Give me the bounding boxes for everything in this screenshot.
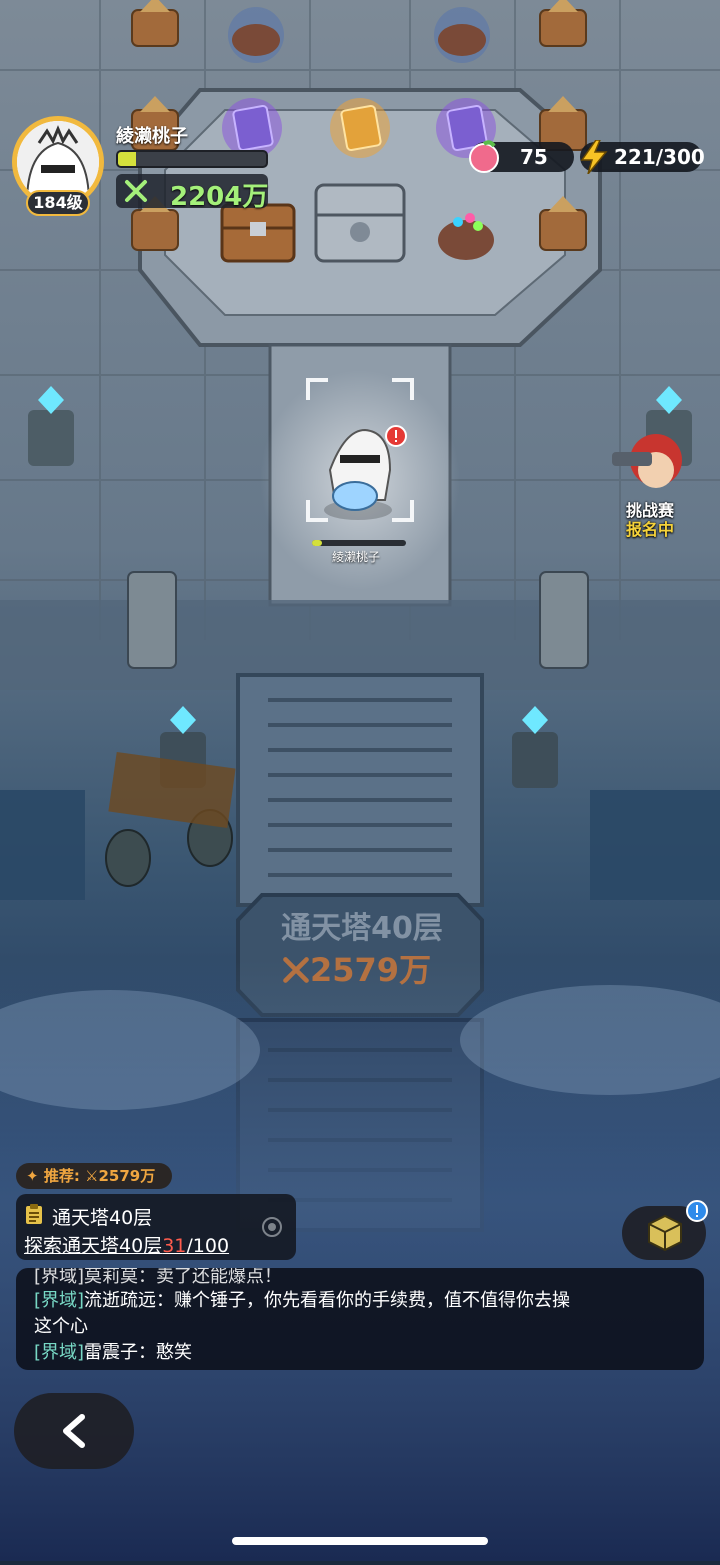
floor-plate-power-value: 2579万 — [310, 951, 432, 989]
locate-icon[interactable] — [260, 1215, 284, 1239]
event-status[interactable]: 报名中 — [626, 516, 674, 540]
chat-panel[interactable]: [界域]莫莉莫：卖了还能爆点！ [界域]流逝疏远：赚个锤子，你先看看你的手续费，… — [16, 1268, 704, 1370]
chevron-left-icon — [63, 1414, 85, 1448]
chat-tag: [界域] — [34, 1290, 85, 1311]
back-button[interactable] — [14, 1393, 134, 1469]
floor-plate-title: 通天塔40层 — [281, 911, 443, 946]
alert-badge-icon — [686, 1200, 708, 1222]
iron-chest-icon — [314, 183, 406, 263]
chat-line-1: [界域]流逝疏远：赚个锤子，你先看看你的手续费，值不值得你去操 — [34, 1286, 570, 1312]
chat-message: 雷震子：憨笑 — [84, 1342, 193, 1363]
home-indicator[interactable] — [232, 1537, 488, 1545]
chat-line-2: [界域]雷震子：憨笑 — [34, 1338, 192, 1364]
crossed-swords-icon — [125, 180, 147, 202]
chat-tag: [界域] — [34, 1342, 85, 1363]
player-name: 綾濑桃子 — [116, 126, 188, 147]
peach-resource[interactable]: 75 — [469, 140, 574, 173]
crossed-swords-icon — [283, 957, 309, 983]
bag-button[interactable] — [622, 1200, 708, 1260]
quest-progress: 31 — [162, 1235, 187, 1257]
exp-bar-fill — [118, 152, 136, 166]
lightning-icon — [580, 140, 608, 174]
chat-message: 流逝疏远：赚个锤子，你先看看你的手续费，值不值得你去操 — [84, 1290, 571, 1311]
quest-description[interactable]: 探索通天塔40层31/100 — [24, 1231, 229, 1258]
floor-plate-power: 2579万 — [282, 945, 431, 991]
wooden-chest-icon — [220, 203, 296, 263]
level-badge: 184级 — [26, 190, 90, 216]
recommend-pill: ✦ 推荐: ⚔2579万 — [16, 1163, 172, 1189]
quest-title: 通天塔40层 — [52, 1207, 153, 1229]
quest-desc-text: 探索通天塔40层 — [24, 1235, 163, 1257]
character-name: 綾濑桃子 — [332, 550, 381, 564]
spark-icon: ✦ — [26, 1167, 39, 1185]
crossed-swords-icon: ⚔ — [85, 1167, 99, 1185]
peach-icon — [469, 140, 499, 173]
stamina-resource[interactable]: 221/300 — [580, 140, 705, 174]
peach-count: 75 — [520, 145, 548, 169]
exp-bar — [116, 150, 268, 168]
chat-line-1-cont: 这个心 — [34, 1316, 88, 1337]
clipboard-icon — [26, 1204, 42, 1224]
power-value: 2204万 — [170, 182, 269, 212]
recommend-power: 2579万 — [98, 1167, 156, 1185]
quest-total: /100 — [186, 1235, 230, 1257]
recommend-label: 推荐: — [43, 1167, 80, 1185]
stamina-count: 221/300 — [614, 145, 705, 169]
chat-line-partial: [界域]莫莉莫：卖了还能爆点！ — [34, 1268, 283, 1287]
box-icon — [648, 1214, 682, 1252]
